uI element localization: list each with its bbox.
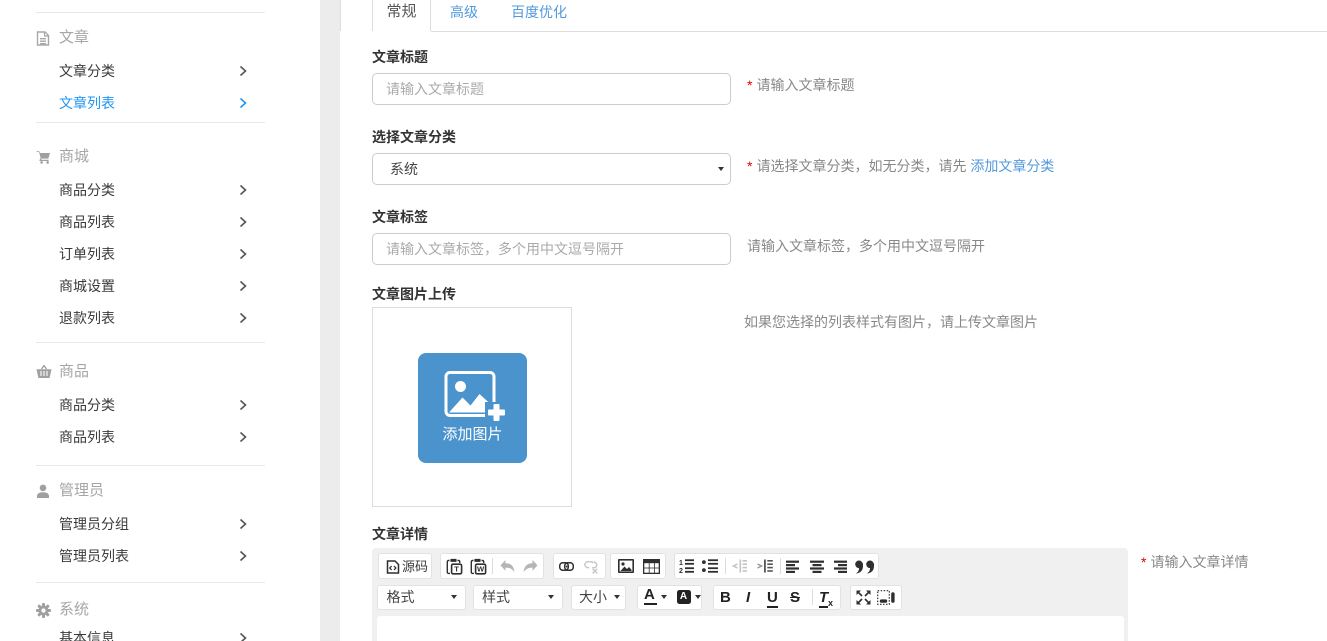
- svg-text:W: W: [477, 564, 485, 573]
- svg-text:1: 1: [679, 560, 683, 567]
- svg-text:2: 2: [679, 568, 683, 573]
- svg-text:T: T: [454, 564, 459, 573]
